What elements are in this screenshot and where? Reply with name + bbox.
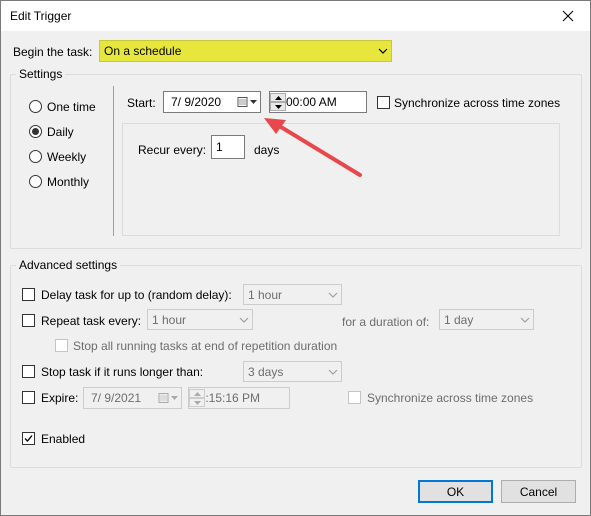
expire-sync-checkbox[interactable] [348, 391, 361, 404]
repeat-task-value: 1 hour [152, 312, 187, 327]
cancel-button[interactable]: Cancel [501, 480, 576, 503]
stop-all-tasks-label: Stop all running tasks at end of repetit… [73, 339, 338, 353]
close-button[interactable] [545, 1, 590, 31]
spin-up-icon[interactable] [189, 389, 205, 398]
calendar-icon [236, 97, 260, 107]
delay-task-dropdown[interactable]: 1 hour [243, 284, 342, 305]
begin-task-value: On a schedule [104, 44, 182, 58]
ok-button[interactable]: OK [418, 480, 493, 503]
recur-every-label: Recur every: [138, 143, 207, 157]
title-bar: Edit Trigger [1, 1, 590, 31]
begin-task-dropdown[interactable]: On a schedule [99, 40, 392, 62]
repeat-task-dropdown[interactable]: 1 hour [147, 309, 253, 330]
stop-task-checkbox[interactable] [22, 365, 35, 378]
recur-every-input[interactable]: 1 [211, 135, 245, 159]
chevron-down-icon [325, 369, 341, 375]
begin-task-label: Begin the task: [13, 45, 93, 59]
annotation-arrow-icon [264, 118, 362, 177]
radio-daily-label: Daily [47, 125, 74, 139]
stop-task-value: 3 days [248, 364, 284, 379]
radio-daily[interactable] [29, 125, 42, 138]
calendar-icon [157, 393, 181, 403]
delay-task-label: Delay task for up to (random delay): [41, 288, 232, 302]
settings-divider [113, 86, 114, 236]
radio-one-time[interactable] [29, 100, 42, 113]
sync-time-zones-label: Synchronize across time zones [394, 96, 561, 110]
radio-one-time-label: One time [47, 100, 96, 114]
stop-task-dropdown[interactable]: 3 days [243, 361, 342, 382]
recur-every-value: 1 [216, 140, 223, 154]
expire-date-value: 7/ 9/2021 [91, 391, 142, 405]
advanced-settings-legend: Advanced settings [16, 258, 121, 272]
chevron-down-icon [236, 317, 252, 323]
start-date-value: 7/ 9/2020 [171, 95, 222, 109]
enabled-checkbox[interactable] [22, 432, 35, 445]
radio-monthly[interactable] [29, 175, 42, 188]
spin-up-icon[interactable] [270, 93, 286, 102]
expire-time-field[interactable]: 12:15:16 PM [188, 387, 290, 409]
delay-task-value: 1 hour [248, 287, 283, 302]
expire-time-spinner[interactable] [189, 389, 205, 407]
duration-label: for a duration of: [342, 315, 430, 329]
expire-date-picker[interactable]: 7/ 9/2021 [83, 387, 182, 409]
repeat-task-label: Repeat task every: [41, 314, 142, 328]
checkmark-icon [24, 435, 33, 442]
cancel-button-label: Cancel [519, 484, 558, 499]
duration-dropdown[interactable]: 1 day [439, 309, 534, 330]
chevron-down-icon [325, 292, 341, 298]
chevron-down-icon [517, 317, 533, 323]
radio-weekly[interactable] [29, 150, 42, 163]
start-time-spinner[interactable] [270, 93, 286, 111]
enabled-label: Enabled [41, 432, 86, 446]
spin-down-icon[interactable] [189, 398, 205, 407]
window-title: Edit Trigger [10, 9, 72, 23]
sync-time-zones-checkbox[interactable] [377, 96, 390, 109]
expire-sync-label: Synchronize across time zones [367, 391, 534, 405]
delay-task-checkbox[interactable] [22, 288, 35, 301]
start-label: Start: [127, 96, 156, 110]
duration-value: 1 day [444, 312, 474, 327]
expire-checkbox[interactable] [22, 391, 35, 404]
radio-weekly-label: Weekly [47, 150, 87, 164]
repeat-task-checkbox[interactable] [22, 314, 35, 327]
close-icon [562, 10, 573, 22]
radio-monthly-label: Monthly [47, 175, 90, 189]
stop-all-tasks-checkbox[interactable] [55, 339, 68, 352]
ok-button-label: OK [446, 484, 465, 499]
chevron-down-icon [375, 48, 391, 54]
start-date-picker[interactable]: 7/ 9/2020 [163, 91, 261, 113]
expire-label: Expire: [41, 391, 79, 405]
settings-legend: Settings [16, 67, 66, 81]
stop-task-label: Stop task if it runs longer than: [41, 365, 204, 379]
